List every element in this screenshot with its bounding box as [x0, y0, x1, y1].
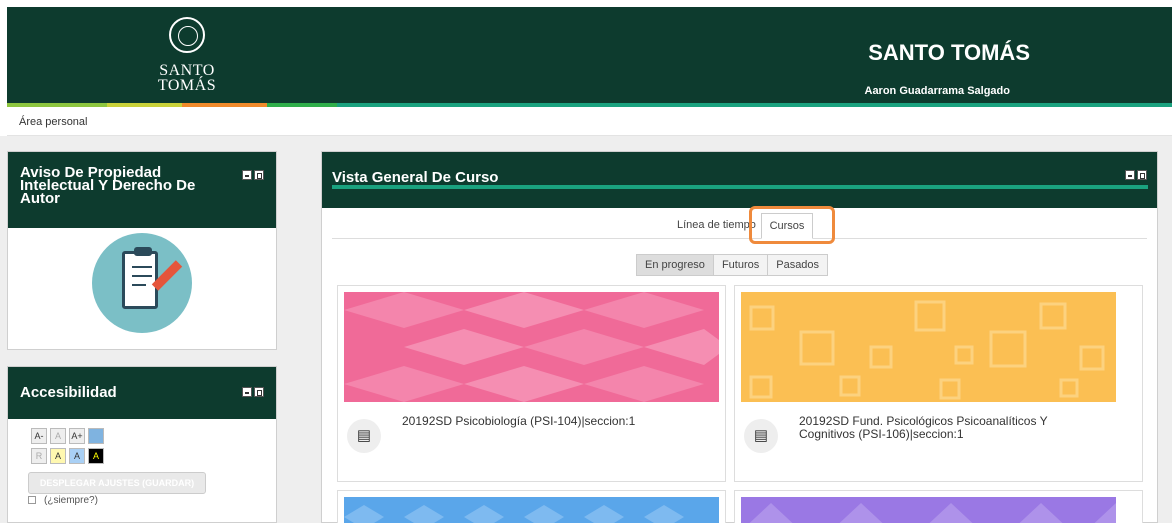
block-course-overview: Vista General De Curso Línea de tiempo C… — [321, 151, 1158, 523]
minimize-icon[interactable] — [242, 170, 252, 180]
course-overview-title: Vista General De Curso — [332, 169, 499, 186]
color-black-button[interactable]: A — [88, 448, 104, 464]
breadcrumb: Área personal — [7, 108, 1172, 136]
seal-icon — [169, 17, 205, 53]
brand-name: SANTO TOMÁS — [868, 40, 1030, 65]
tab-timeline[interactable]: Línea de tiempo — [677, 219, 756, 231]
logo-line-2: TOMÁS — [157, 77, 217, 94]
color-reset-button[interactable]: R — [31, 448, 47, 464]
always-checkbox[interactable]: (¿siempre?) — [28, 495, 98, 506]
course-title[interactable]: 20192SD Psicobiología (PSI-104)|seccion:… — [402, 415, 635, 427]
font-decrease-button[interactable]: A- — [31, 428, 47, 444]
course-overview-controls — [1125, 170, 1147, 180]
highlight-annotation — [749, 206, 835, 244]
save-settings-button[interactable]: DESPLEGAR AJUSTES (GUARDAR) — [28, 472, 206, 494]
pattern-blue — [344, 497, 719, 523]
filter-past[interactable]: Pasados — [767, 254, 829, 276]
pattern-pink — [344, 292, 719, 402]
block-accesibilidad-controls — [242, 387, 264, 397]
course-image[interactable] — [344, 292, 719, 402]
course-title-line-1[interactable]: 20192SD Fund. Psicológicos Psicoanalític… — [799, 415, 1048, 427]
course-overview-header: Vista General De Curso — [322, 152, 1157, 208]
minimize-icon[interactable] — [242, 387, 252, 397]
course-card[interactable]: ▤ 20192SD Psicobiología (PSI-104)|seccio… — [337, 285, 726, 482]
user-name[interactable]: Aaron Guadarrama Salgado — [865, 85, 1011, 97]
course-image[interactable] — [344, 497, 719, 523]
minimize-icon[interactable] — [1125, 170, 1135, 180]
course-card[interactable]: ▤ 20192SD Fund. Psicológicos Psicoanalít… — [734, 285, 1143, 482]
tab-divider — [332, 238, 1147, 239]
checkbox-icon[interactable] — [28, 496, 36, 504]
site-logo[interactable]: SANTO TOMÁS — [132, 17, 242, 94]
logo-line-1: SANTO — [159, 62, 215, 79]
color-blue-button[interactable]: A — [69, 448, 85, 464]
font-increase-button[interactable]: A+ — [69, 428, 85, 444]
dock-icon[interactable] — [254, 387, 264, 397]
block-accesibilidad: Accesibilidad A- A A+ R A A A DESPLEGAR … — [7, 366, 277, 523]
pattern-purple — [741, 497, 1116, 523]
filter-future[interactable]: Futuros — [712, 254, 769, 276]
dock-icon[interactable] — [254, 170, 264, 180]
block-aviso-controls — [242, 170, 264, 180]
course-card[interactable] — [734, 490, 1143, 523]
title-underline — [332, 185, 1148, 189]
filter-in-progress[interactable]: En progreso — [636, 254, 714, 276]
site-header: SANTO TOMÁS SANTO TOMÁS Aaron Guadarrama… — [7, 7, 1172, 107]
text-to-speech-icon[interactable] — [88, 428, 104, 444]
course-image[interactable] — [741, 497, 1116, 523]
block-accesibilidad-title: Accesibilidad — [20, 384, 117, 401]
course-title-line-2[interactable]: Cognitivos (PSI-106)|seccion:1 — [799, 428, 964, 440]
block-aviso: Aviso De Propiedad Intelectual Y Derecho… — [7, 151, 277, 350]
block-aviso-header: Aviso De Propiedad Intelectual Y Derecho… — [8, 152, 276, 228]
breadcrumb-home[interactable]: Área personal — [19, 116, 88, 128]
color-yellow-button[interactable]: A — [50, 448, 66, 464]
clipboard-pencil-icon — [92, 233, 192, 333]
block-accesibilidad-header: Accesibilidad — [8, 367, 276, 419]
header-color-stripe — [7, 103, 1172, 107]
font-reset-button[interactable]: A — [50, 428, 66, 444]
page: SANTO TOMÁS SANTO TOMÁS Aaron Guadarrama… — [0, 0, 1172, 523]
course-book-icon: ▤ — [347, 419, 381, 453]
course-image[interactable] — [741, 292, 1116, 402]
dock-icon[interactable] — [1137, 170, 1147, 180]
course-book-icon: ▤ — [744, 419, 778, 453]
course-filter-group: En progreso Futuros Pasados — [636, 254, 829, 276]
pattern-yellow — [741, 292, 1116, 402]
course-card[interactable] — [337, 490, 726, 523]
always-label: (¿siempre?) — [44, 495, 98, 506]
